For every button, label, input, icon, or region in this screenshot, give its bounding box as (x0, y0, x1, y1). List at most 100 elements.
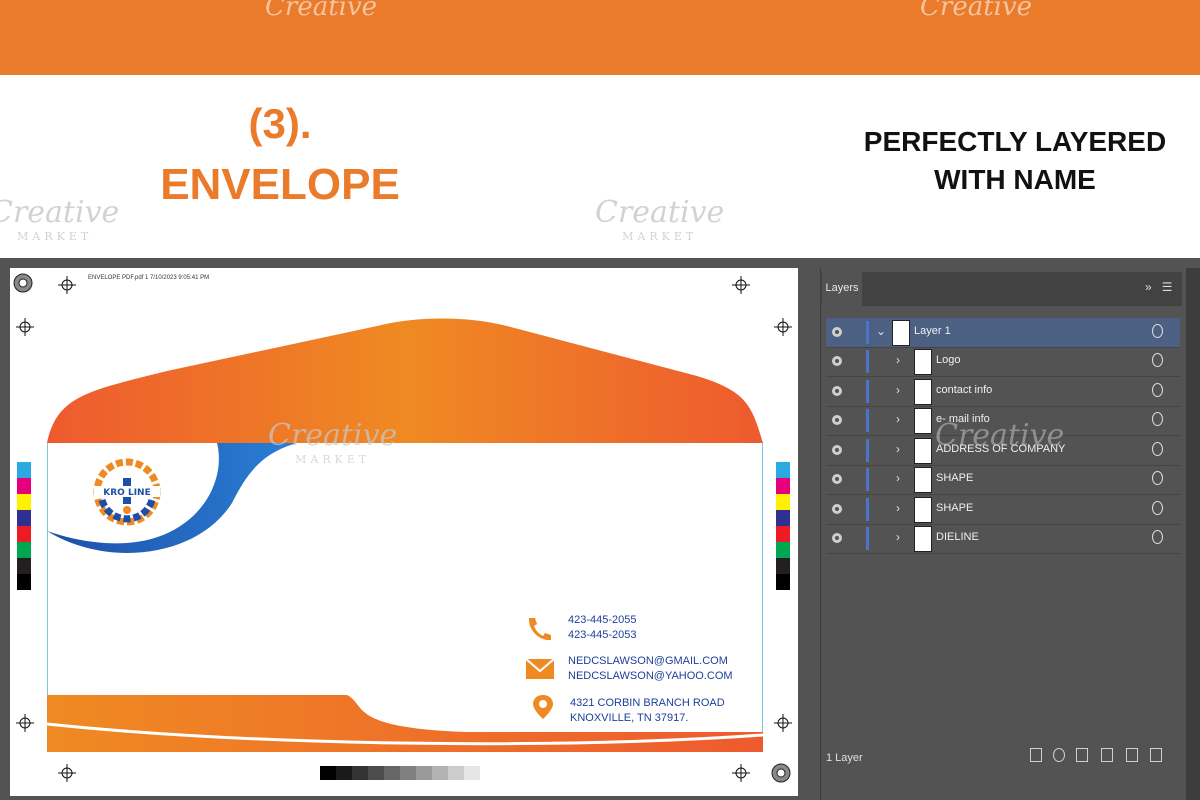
target-circle-icon[interactable] (1152, 383, 1163, 397)
watermark-text: Creative (268, 418, 398, 453)
layer-thumbnail (914, 379, 932, 405)
target-circle-icon[interactable] (1152, 412, 1163, 426)
company-logo: KRO LINE (93, 458, 161, 526)
target-circle-icon[interactable] (1152, 353, 1163, 367)
layer-thumbnail (914, 408, 932, 434)
panel-menu-button[interactable]: ☰ (1162, 280, 1173, 294)
layer-row-layer-1[interactable]: ⌄ Layer 1 (826, 318, 1180, 348)
new-sublayer-icon[interactable] (1101, 748, 1113, 762)
layer-name: DIELINE (936, 531, 979, 543)
visibility-eye-icon[interactable] (832, 386, 842, 396)
phone-icon (528, 618, 551, 641)
layer-color-bar (866, 350, 869, 373)
layer-color-bar (866, 439, 869, 462)
tagline-line-2: WITH NAME (934, 164, 1096, 195)
watermark: Creative (920, 0, 1032, 22)
layer-color-bar (866, 468, 869, 491)
layers-panel-header (820, 272, 1182, 306)
blue-swoosh (47, 443, 297, 553)
address-line-2: KNOXVILLE, TN 37917. (570, 712, 689, 724)
target-circle-icon[interactable] (1152, 530, 1163, 544)
layer-color-bar (866, 321, 869, 344)
collapse-panel-button[interactable]: » (1145, 280, 1152, 294)
layer-row-shape[interactable]: › SHAPE (826, 465, 1180, 495)
color-bar-right (776, 462, 790, 590)
email-addresses: NEDCSLAWSON@GMAIL.COM NEDCSLAWSON@YAHOO.… (568, 654, 733, 684)
layer-name: SHAPE (936, 472, 974, 484)
visibility-eye-icon[interactable] (832, 415, 842, 425)
layer-thumbnail (914, 349, 932, 375)
target-circle-icon[interactable] (1152, 471, 1163, 485)
layer-color-bar (866, 380, 869, 403)
expand-chevron-icon[interactable]: › (896, 471, 900, 485)
address-line-1: 4321 CORBIN BRANCH ROAD (570, 697, 725, 709)
expand-chevron-icon[interactable]: › (896, 412, 900, 426)
tagline: PERFECTLY LAYERED WITH NAME (840, 123, 1190, 199)
watermark-subtext: MARKET (295, 453, 371, 466)
layer-name: Layer 1 (914, 325, 951, 337)
layer-count: 1 Layer (826, 752, 863, 764)
make-clip-mask-icon[interactable] (1076, 748, 1088, 762)
layer-color-bar (866, 498, 869, 521)
layer-color-bar (866, 409, 869, 432)
logo-text: KRO LINE (103, 488, 150, 498)
layer-thumbnail (914, 497, 932, 523)
expand-chevron-icon[interactable]: › (896, 501, 900, 515)
watermark-text: Creative (920, 0, 1033, 22)
visibility-eye-icon[interactable] (832, 474, 842, 484)
new-layer-icon[interactable] (1126, 748, 1138, 762)
crosshair-mark-icon (774, 318, 792, 336)
target-circle-icon[interactable] (1152, 501, 1163, 515)
phone-1: 423-445-2055 (568, 614, 637, 626)
visibility-eye-icon[interactable] (832, 356, 842, 366)
phone-numbers: 423-445-2055 423-445-2053 (568, 613, 637, 643)
layer-row-shape[interactable]: › SHAPE (826, 495, 1180, 525)
watermark-text: Creative (265, 0, 378, 22)
expand-chevron-icon[interactable]: › (896, 353, 900, 367)
crosshair-mark-icon (58, 764, 76, 782)
layer-thumbnail (914, 438, 932, 464)
crosshair-mark-icon (732, 276, 750, 294)
gray-scale-bar (320, 766, 480, 780)
watermark: Creative MARKET (595, 195, 724, 243)
layer-name: Logo (936, 354, 961, 366)
file-info-label: ENVELOPE PDF.pdf 1 7/10/2023 9:05:41 PM (88, 275, 210, 281)
tagline-line-1: PERFECTLY LAYERED (863, 126, 1167, 157)
crosshair-mark-icon (58, 276, 76, 294)
delete-icon[interactable] (1150, 748, 1162, 762)
visibility-eye-icon[interactable] (832, 327, 842, 337)
layer-thumbnail (914, 467, 932, 493)
layer-row-dieline[interactable]: › DIELINE (826, 524, 1180, 554)
crosshair-mark-icon (774, 714, 792, 732)
mail-icon (525, 658, 555, 679)
address: 4321 CORBIN BRANCH ROAD KNOXVILLE, TN 37… (570, 696, 725, 726)
export-icon[interactable] (1030, 748, 1042, 762)
tab-layers[interactable]: Layers (822, 272, 862, 306)
layer-name: contact info (936, 384, 993, 396)
layer-thumbnail (892, 320, 910, 346)
panel-controls: » ☰ (1145, 280, 1172, 294)
registration-target-icon (13, 273, 33, 293)
right-toolbar-strip[interactable] (1186, 268, 1200, 800)
target-circle-icon[interactable] (1152, 442, 1163, 456)
visibility-eye-icon[interactable] (832, 445, 842, 455)
watermark-text: Creative (935, 418, 1065, 453)
watermark: Creative (935, 418, 1064, 453)
expand-chevron-icon[interactable]: › (896, 442, 900, 456)
phone-2: 423-445-2053 (568, 629, 637, 641)
layer-row-logo[interactable]: › Logo (826, 347, 1180, 377)
search-icon[interactable] (1053, 748, 1065, 762)
watermark-subtext: MARKET (622, 230, 698, 243)
collapse-chevron-icon[interactable]: ⌄ (876, 324, 886, 338)
watermark-text: Creative (0, 195, 120, 230)
section-title: ENVELOPE (160, 160, 400, 209)
expand-chevron-icon[interactable]: › (896, 383, 900, 397)
watermark-text: Creative (595, 195, 725, 230)
activate-windows-overlay: Activate Windows (656, 780, 783, 797)
visibility-eye-icon[interactable] (832, 533, 842, 543)
target-circle-icon[interactable] (1152, 324, 1163, 338)
expand-chevron-icon[interactable]: › (896, 530, 900, 544)
layer-row-contact-info[interactable]: › contact info (826, 377, 1180, 407)
visibility-eye-icon[interactable] (832, 504, 842, 514)
email-2: NEDCSLAWSON@YAHOO.COM (568, 670, 733, 682)
